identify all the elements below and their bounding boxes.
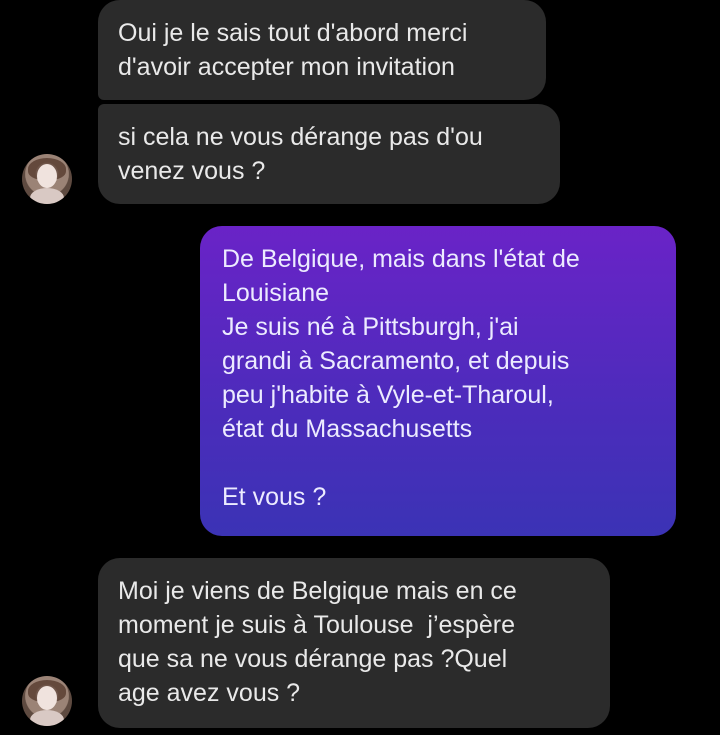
contact-avatar[interactable] — [22, 154, 72, 204]
outgoing-message[interactable]: De Belgique, mais dans l'état de Louisia… — [200, 226, 676, 536]
incoming-message-1[interactable]: Oui je le sais tout d'abord merci d'avoi… — [98, 0, 546, 100]
incoming-message-3[interactable]: Moi je viens de Belgique mais en ce mome… — [98, 558, 610, 728]
incoming-message-2[interactable]: si cela ne vous dérange pas d'ou venez v… — [98, 104, 560, 204]
contact-avatar-2[interactable] — [22, 676, 72, 726]
